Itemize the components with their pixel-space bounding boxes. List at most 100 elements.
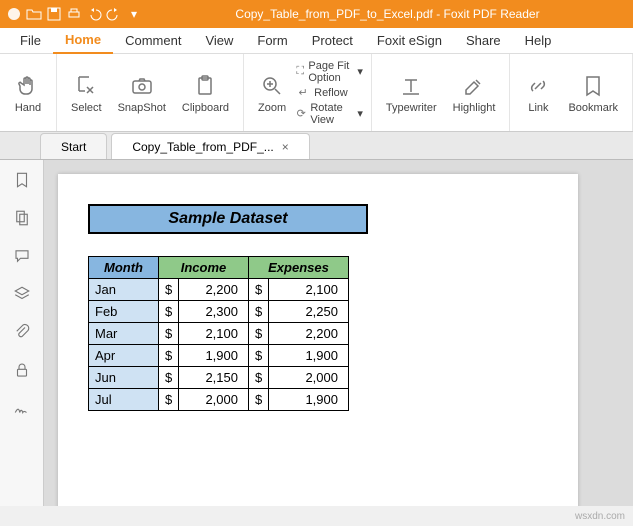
menu-comment[interactable]: Comment <box>113 28 193 54</box>
open-icon[interactable] <box>26 6 42 22</box>
table-row: Jun$2,150$2,000 <box>89 367 349 389</box>
cell-currency: $ <box>159 323 179 345</box>
cell-month: Mar <box>89 323 159 345</box>
menu-view[interactable]: View <box>193 28 245 54</box>
cell-income: 1,900 <box>179 345 249 367</box>
title-bar: ▾ Copy_Table_from_PDF_to_Excel.pdf - Fox… <box>0 0 633 28</box>
tab-document[interactable]: Copy_Table_from_PDF_... × <box>111 133 309 159</box>
table-row: Jul$2,000$1,900 <box>89 389 349 411</box>
reflow-icon: ↵ <box>296 86 310 100</box>
zoom-button[interactable]: Zoom <box>252 70 292 116</box>
header-expenses: Expenses <box>249 257 349 279</box>
cell-expenses: 2,250 <box>269 301 349 323</box>
table-row: Feb$2,300$2,250 <box>89 301 349 323</box>
cell-expenses: 2,100 <box>269 279 349 301</box>
pdf-page: Sample Dataset Month Income Expenses Jan… <box>58 174 578 506</box>
clipboard-icon <box>191 72 219 100</box>
table-row: Apr$1,900$1,900 <box>89 345 349 367</box>
link-button[interactable]: Link <box>518 70 558 116</box>
typewriter-button[interactable]: Typewriter <box>380 70 443 116</box>
dataset-title: Sample Dataset <box>88 204 368 234</box>
highlight-icon <box>460 72 488 100</box>
cell-expenses: 1,900 <box>269 345 349 367</box>
close-tab-icon[interactable]: × <box>282 140 289 154</box>
document-tabs: Start Copy_Table_from_PDF_... × <box>0 132 633 160</box>
header-income: Income <box>159 257 249 279</box>
sidebar <box>0 160 44 506</box>
zoom-icon <box>258 72 286 100</box>
cell-income: 2,150 <box>179 367 249 389</box>
quick-access-toolbar: ▾ <box>0 6 142 22</box>
cell-income: 2,000 <box>179 389 249 411</box>
cell-income: 2,100 <box>179 323 249 345</box>
cell-currency: $ <box>159 279 179 301</box>
link-icon <box>524 72 552 100</box>
rotate-view-option[interactable]: ⟳Rotate View ▾ <box>296 102 363 126</box>
workspace: Sample Dataset Month Income Expenses Jan… <box>0 160 633 506</box>
table-row: Mar$2,100$2,200 <box>89 323 349 345</box>
print-icon[interactable] <box>66 6 82 22</box>
table-row: Jan$2,200$2,100 <box>89 279 349 301</box>
select-button[interactable]: Select <box>65 70 108 116</box>
ribbon: Hand Select SnapShot Clipboard Zoom ⛶Pag… <box>0 54 633 132</box>
header-month: Month <box>89 257 159 279</box>
menu-form[interactable]: Form <box>245 28 299 54</box>
pages-panel-icon[interactable] <box>12 208 32 228</box>
cell-expenses: 2,200 <box>269 323 349 345</box>
cell-expenses: 1,900 <box>269 389 349 411</box>
cell-month: Apr <box>89 345 159 367</box>
app-logo-icon <box>6 6 22 22</box>
cell-income: 2,300 <box>179 301 249 323</box>
fit-icon: ⛶ <box>296 65 304 79</box>
cell-month: Feb <box>89 301 159 323</box>
menu-esign[interactable]: Foxit eSign <box>365 28 454 54</box>
watermark: wsxdn.com <box>575 511 625 522</box>
cell-currency: $ <box>249 345 269 367</box>
hand-icon <box>14 72 42 100</box>
menu-file[interactable]: File <box>8 28 53 54</box>
menu-bar: File Home Comment View Form Protect Foxi… <box>0 28 633 54</box>
cell-month: Jul <box>89 389 159 411</box>
snapshot-button[interactable]: SnapShot <box>112 70 172 116</box>
camera-icon <box>128 72 156 100</box>
menu-help[interactable]: Help <box>513 28 564 54</box>
hand-label: Hand <box>15 102 41 114</box>
comments-panel-icon[interactable] <box>12 246 32 266</box>
hand-tool-button[interactable]: Hand <box>8 70 48 116</box>
page-fit-option[interactable]: ⛶Page Fit Option ▾ <box>296 60 363 84</box>
cell-currency: $ <box>249 323 269 345</box>
layers-panel-icon[interactable] <box>12 284 32 304</box>
menu-home[interactable]: Home <box>53 28 113 54</box>
redo-icon[interactable] <box>106 6 122 22</box>
signatures-panel-icon[interactable] <box>12 398 32 418</box>
cell-month: Jun <box>89 367 159 389</box>
attachments-panel-icon[interactable] <box>12 322 32 342</box>
select-icon <box>72 72 100 100</box>
tab-start[interactable]: Start <box>40 133 107 159</box>
save-icon[interactable] <box>46 6 62 22</box>
cell-currency: $ <box>159 389 179 411</box>
menu-share[interactable]: Share <box>454 28 513 54</box>
highlight-button[interactable]: Highlight <box>447 70 502 116</box>
security-panel-icon[interactable] <box>12 360 32 380</box>
bookmarks-panel-icon[interactable] <box>12 170 32 190</box>
cell-currency: $ <box>249 367 269 389</box>
bookmark-button[interactable]: Bookmark <box>562 70 624 116</box>
cell-currency: $ <box>159 367 179 389</box>
page-area[interactable]: Sample Dataset Month Income Expenses Jan… <box>44 160 633 506</box>
undo-icon[interactable] <box>86 6 102 22</box>
cell-currency: $ <box>159 301 179 323</box>
cell-currency: $ <box>159 345 179 367</box>
qat-dropdown-icon[interactable]: ▾ <box>126 6 142 22</box>
typewriter-icon <box>397 72 425 100</box>
cell-expenses: 2,000 <box>269 367 349 389</box>
clipboard-button[interactable]: Clipboard <box>176 70 235 116</box>
bookmark-icon <box>579 72 607 100</box>
cell-month: Jan <box>89 279 159 301</box>
cell-currency: $ <box>249 301 269 323</box>
menu-protect[interactable]: Protect <box>300 28 365 54</box>
dataset-table: Month Income Expenses Jan$2,200$2,100Feb… <box>88 256 349 411</box>
cell-currency: $ <box>249 389 269 411</box>
reflow-option[interactable]: ↵Reflow <box>296 86 363 100</box>
cell-income: 2,200 <box>179 279 249 301</box>
